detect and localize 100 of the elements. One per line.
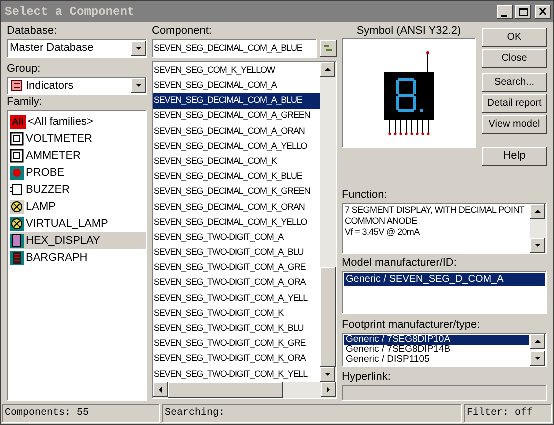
meter-icon [10,132,24,146]
component-item[interactable]: SEVEN_SEG_DECIMAL_COM_A [153,78,320,94]
component-item[interactable]: SEVEN_SEG_DECIMAL_COM_K_ORAN [153,200,320,215]
component-item[interactable]: SEVEN_SEG_TWO-DIGIT_COM_K_YELL [153,366,320,382]
dropdown-value: Indicators [26,78,75,94]
scroll-up-button[interactable] [320,62,335,77]
scroll-up-button[interactable] [530,204,545,219]
status-panel: Searching: [162,404,462,423]
bargraph-icon [10,250,24,265]
field-label: Database: [7,25,58,38]
status-panel: Components: 55 [2,404,160,423]
field-label: Family: [7,96,44,110]
family-name: <All families> [28,114,94,130]
scroll-left-button[interactable] [153,382,168,397]
component-item[interactable]: SEVEN_SEG_TWO-DIGIT_COM_A_GRE [153,260,320,276]
scroll-up-button[interactable] [530,334,545,350]
dropdown-button[interactable] [131,40,146,56]
component-item[interactable]: SEVEN_SEG_TWO-DIGIT_COM_A [153,230,320,246]
function-text: 7 SEGMENT DISPLAY, WITH DECIMAL POINT COMMON ANODE Vf = 3.45V @ 20mA [344,204,526,239]
component-item[interactable]: SEVEN_SEG_TWO-DIGIT_COM_K_BLU [153,321,320,336]
scroll-thumb[interactable] [168,382,283,398]
dialog-button[interactable]: Detail report [482,94,547,113]
horizontal-scrollbar[interactable] [153,382,336,398]
component-item[interactable]: SEVEN_SEG_DECIMAL_COM_K_YELLO [153,214,320,230]
maximize-button[interactable] [515,4,531,18]
family-name: VOLTMETER [26,132,92,147]
dialog-button[interactable]: View model [482,115,547,134]
component-item[interactable]: SEVEN_SEG_TWO-DIGIT_COM_A_YELL [153,290,320,306]
family-item[interactable]: BUZZER [10,181,146,198]
component-item[interactable]: SEVEN_SEG_DECIMAL_COM_K_BLUE [153,169,320,184]
component-item[interactable]: SEVEN_SEG_DECIMAL_COM_A_BLUE [153,93,320,109]
component-item[interactable]: SEVEN_SEG_TWO-DIGIT_COM_A_ORA [153,276,320,291]
field-label: Group: [7,62,42,76]
component-item[interactable]: SEVEN_SEG_TWO-DIGIT_COM_K [153,306,320,322]
window-title: Select a Component [5,4,135,20]
minimize-icon [501,14,509,18]
family-item[interactable]: PROBE [10,164,146,182]
filter-button[interactable] [320,40,337,57]
component-item[interactable]: SEVEN_SEG_DECIMAL_COM_A_GREEN [153,108,320,124]
family-item[interactable]: VOLTMETER [10,130,146,148]
field-label: Footprint manufacturer/type: [342,319,482,332]
display-icon [10,234,24,248]
component-item[interactable]: SEVEN_SEG_DECIMAL_COM_A_ORAN [153,124,320,139]
family-item[interactable]: HEX_DISPLAY [10,232,146,250]
family-item[interactable]: All <All families> [10,113,146,130]
component-item[interactable]: SEVEN_SEG_COM_K_YELLOW [153,63,320,78]
component-item[interactable]: SEVEN_SEG_TWO-DIGIT_COM_A_BLU [153,245,320,260]
dropdown-button[interactable] [131,78,146,94]
field-label: Function: [342,188,388,202]
dropdown[interactable]: Master Database [7,39,147,58]
component-value: SEVEN_SEG_DECIMAL_COM_A_BLUE [154,42,302,55]
all-icon: All [10,114,26,129]
close-button[interactable] [535,4,551,18]
dialog-button[interactable]: OK [482,28,547,47]
footprint-item[interactable]: Generic / DISP1105 [344,355,529,366]
scroll-down-button[interactable] [530,238,545,253]
maximize-icon [518,8,528,16]
component-item[interactable]: SEVEN_SEG_TWO-DIGIT_COM_K_ORA [153,352,320,367]
probe-icon [10,166,24,180]
meter-icon [10,148,24,163]
field-label: Component: [152,25,213,38]
status-panel: Filter: off [464,404,552,423]
scroll-down-button[interactable] [320,367,335,382]
family-item[interactable]: LAMP [10,198,146,216]
component-item[interactable]: SEVEN_SEG_DECIMAL_COM_K [153,154,320,170]
family-name: VIRTUAL_LAMP [26,216,108,232]
scroll-right-button[interactable] [321,382,336,397]
family-name: HEX_DISPLAY [26,234,100,249]
footprint-item[interactable]: Generic / 7SEG8DIP14B [344,345,529,356]
family-name: BARGRAPH [26,250,88,266]
field-label: Model manufacturer/ID: [342,257,458,270]
filter-icon [323,44,334,53]
symbol-label: Symbol (ANSI Y32.2) [356,25,462,38]
family-item[interactable]: AMMETER [10,147,146,164]
dropdown-value: Master Database [9,41,95,56]
minimize-button[interactable] [497,4,513,18]
dropdown[interactable]: Indicators [7,76,147,96]
family-name: PROBE [26,166,65,181]
component-item[interactable]: SEVEN_SEG_TWO-DIGIT_COM_K_GRE [153,336,320,352]
scroll-down-button[interactable] [530,351,545,366]
hyperlink-field[interactable] [342,384,547,401]
field-label: Hyperlink: [342,370,392,384]
component-item[interactable]: SEVEN_SEG_DECIMAL_COM_A_YELLO [153,138,320,154]
dialog-button[interactable]: Search... [482,73,547,92]
scrollbar[interactable] [530,204,546,253]
family-item[interactable]: BARGRAPH [10,249,146,266]
arrow-icon [323,65,332,74]
scrollbar[interactable] [320,62,336,382]
component-item[interactable]: SEVEN_SEG_DECIMAL_COM_K_GREEN [153,184,320,200]
component-field[interactable]: SEVEN_SEG_DECIMAL_COM_A_BLUE [152,39,317,58]
indicator-icon [11,80,23,92]
footprint-item[interactable]: Generic / 7SEG8DIP10A [344,335,529,346]
help-button[interactable]: Help [482,147,547,166]
dialog-button[interactable]: Close [482,49,547,68]
buzzer-icon [10,182,24,197]
lamp-icon [10,200,24,214]
family-item[interactable]: VIRTUAL_LAMP [10,215,146,232]
model-item[interactable]: Generic / SEVEN_SEG_D_COM_A [344,273,545,286]
close-icon [539,8,547,15]
scroll-thumb[interactable] [320,267,336,367]
